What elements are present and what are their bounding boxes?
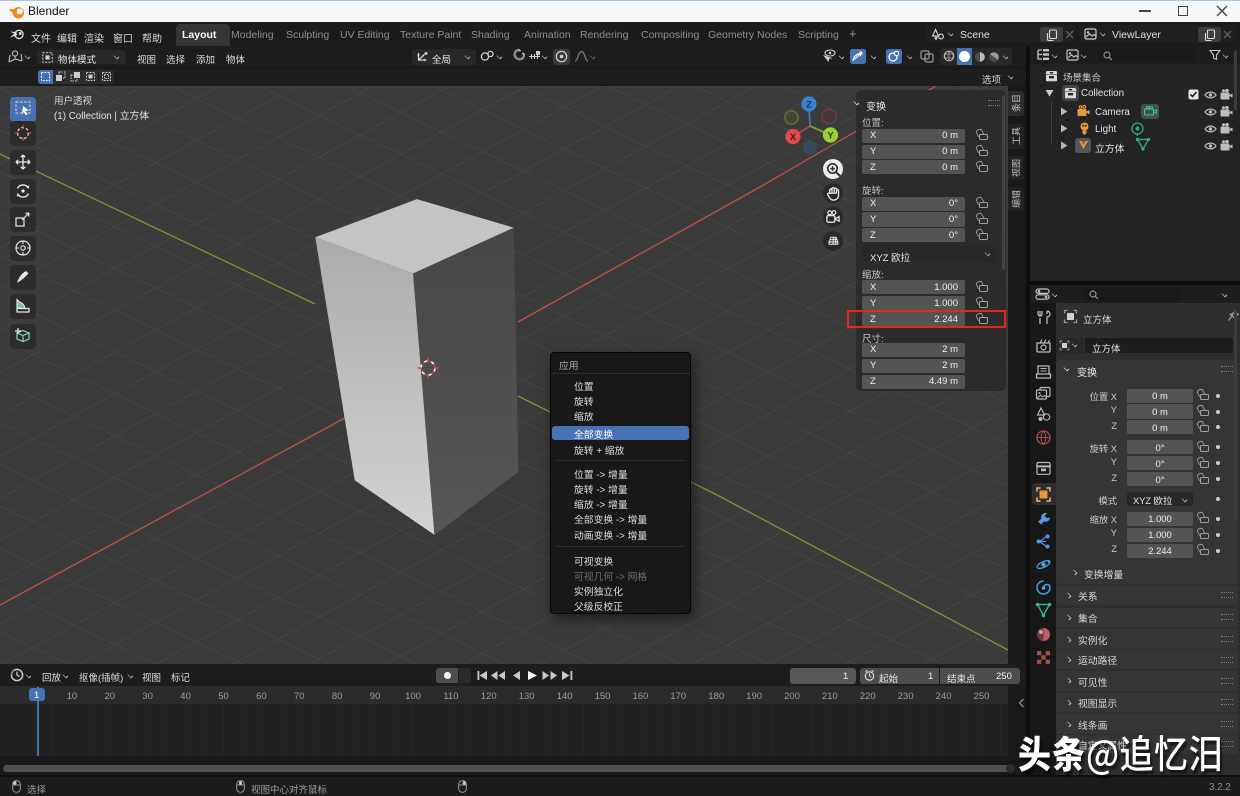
svg-text:X: X	[790, 132, 797, 143]
svg-text:Z: Z	[806, 100, 812, 111]
svg-text:Y: Y	[827, 131, 834, 142]
